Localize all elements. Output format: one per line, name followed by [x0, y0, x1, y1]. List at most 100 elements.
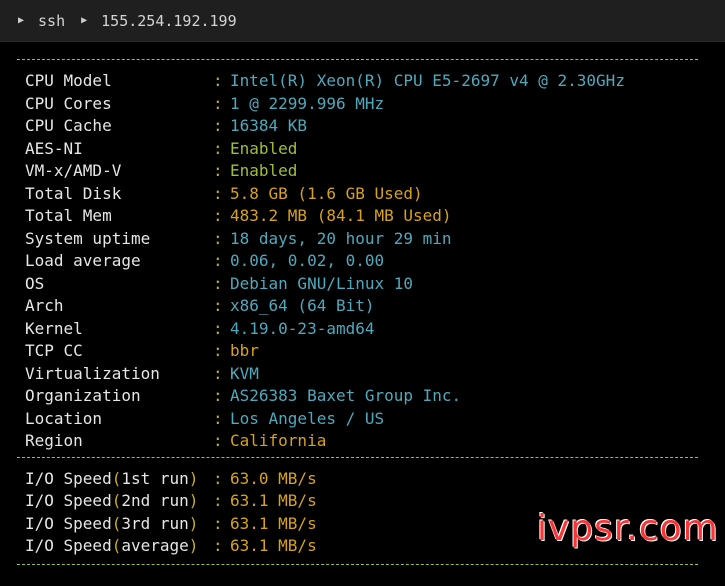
paren-close: ) — [188, 491, 199, 510]
sysinfo-label: Location — [25, 408, 103, 428]
separator-colon: : — [213, 318, 223, 338]
sysinfo-value: KVM — [230, 363, 259, 383]
divider-middle — [17, 456, 698, 458]
io-speed-run: 2nd run — [121, 491, 189, 510]
separator-colon: : — [213, 536, 223, 555]
sysinfo-row: Arch: x86_64 (64 Bit) — [0, 295, 725, 317]
sysinfo-label: TCP CC — [25, 341, 83, 360]
sysinfo-value: Enabled — [230, 161, 298, 180]
sysinfo-row: Region: California — [0, 430, 725, 452]
separator-colon: : — [213, 183, 223, 203]
separator-colon: : — [213, 363, 223, 383]
sysinfo-label: Region — [25, 431, 83, 450]
sysinfo-value: 0.06, 0.02, 0.00 — [230, 251, 385, 270]
sysinfo-row: CPU Cores:1 @ 2299.996 MHz — [0, 93, 725, 115]
separator-colon: : — [213, 513, 223, 533]
sysinfo-value: 483.2 MB (84.1 MB Used) — [230, 206, 452, 225]
io-speed-title: I/O Speed — [25, 468, 112, 488]
sysinfo-value: 18 days, 20 hour 29 min — [230, 228, 452, 248]
io-speed-title: I/O Speed — [25, 536, 112, 555]
breadcrumb-label: ssh — [38, 11, 66, 30]
paren-open: ( — [111, 536, 122, 555]
paren-open: ( — [111, 468, 122, 488]
separator-colon: : — [213, 161, 223, 180]
sysinfo-label: Arch — [25, 296, 64, 315]
divider-bottom — [17, 563, 698, 565]
sysinfo-value: 5.8 GB (1.6 GB Used) — [230, 183, 423, 203]
sysinfo-row: Kernel:4.19.0-23-amd64 — [0, 318, 725, 340]
sysinfo-row: TCP CC: bbr — [0, 340, 725, 362]
sysinfo-row: CPU Model: Intel(R) Xeon(R) CPU E5-2697 v… — [0, 70, 725, 92]
io-speed-label: I/O Speed(1st run) — [25, 468, 198, 490]
separator-colon: : — [213, 116, 223, 135]
sysinfo-value: 4.19.0-23-amd64 — [230, 318, 375, 338]
sysinfo-row: CPU Cache:16384 KB — [0, 115, 725, 137]
sysinfo-row: Total Mem:483.2 MB (84.1 MB Used) — [0, 205, 725, 227]
watermark-logo: ivpsr.com — [537, 508, 719, 549]
io-speed-value: 63.1 MB/s — [230, 513, 317, 533]
io-speed-run: 3rd run — [121, 513, 189, 533]
divider-top — [17, 59, 698, 60]
sysinfo-row: OS: Debian GNU/Linux 10 — [0, 273, 725, 295]
separator-colon: : — [213, 228, 223, 248]
breadcrumb-item-host[interactable]: ▶ 155.254.192.199 — [81, 12, 237, 30]
paren-close: ) — [188, 468, 199, 488]
sysinfo-value: x86_64 (64 Bit) — [230, 296, 375, 315]
breadcrumb-item-ssh[interactable]: ▶ ssh — [18, 12, 65, 30]
separator-colon: : — [213, 386, 223, 405]
io-speed-title: I/O Speed — [25, 513, 112, 533]
paren-close: ) — [188, 513, 199, 533]
sysinfo-label: Load average — [25, 251, 141, 270]
sysinfo-value: Debian GNU/Linux 10 — [230, 273, 414, 293]
sysinfo-label: OS — [25, 273, 45, 293]
sysinfo-value: 16384 KB — [230, 116, 308, 135]
sysinfo-label: Organization — [25, 386, 141, 405]
sysinfo-row: AES-NI: Enabled — [0, 138, 725, 160]
sysinfo-label: Virtualization — [25, 363, 160, 383]
terminal-tab-bar: ▶ ssh ▶ 155.254.192.199 — [0, 0, 725, 42]
chevron-right-icon: ▶ — [18, 15, 25, 26]
separator-colon: : — [213, 138, 223, 158]
separator-colon: : — [213, 341, 223, 360]
sysinfo-label: CPU Cores — [25, 93, 112, 113]
io-speed-value: 63.0 MB/s — [230, 468, 317, 488]
sysinfo-row: Location: Los Angeles / US — [0, 408, 725, 430]
separator-colon: : — [213, 251, 223, 270]
chevron-right-icon: ▶ — [81, 15, 88, 26]
breadcrumb-label: 155.254.192.199 — [101, 11, 237, 30]
io-speed-label: I/O Speed(average) — [25, 535, 198, 557]
sysinfo-row: Organization: AS26383 Baxet Group Inc. — [0, 385, 725, 407]
sysinfo-value: 1 @ 2299.996 MHz — [230, 93, 385, 113]
sysinfo-label: Kernel — [25, 318, 83, 338]
separator-colon: : — [213, 491, 223, 510]
sysinfo-value: Enabled — [230, 138, 298, 158]
sysinfo-value: bbr — [230, 341, 259, 360]
sysinfo-label: Total Disk — [25, 183, 122, 203]
separator-colon: : — [213, 93, 223, 113]
sysinfo-value: AS26383 Baxet Group Inc. — [230, 386, 462, 405]
separator-colon: : — [213, 206, 223, 225]
io-speed-run: average — [121, 536, 189, 555]
paren-open: ( — [111, 491, 122, 510]
separator-colon: : — [213, 468, 223, 488]
io-speed-run: 1st run — [121, 468, 189, 488]
io-speed-value: 63.1 MB/s — [230, 491, 317, 510]
sysinfo-row: Virtualization: KVM — [0, 363, 725, 385]
io-speed-title: I/O Speed — [25, 491, 112, 510]
io-speed-value: 63.1 MB/s — [230, 536, 317, 555]
sysinfo-row: Load average:0.06, 0.02, 0.00 — [0, 250, 725, 272]
sysinfo-label: AES-NI — [25, 138, 83, 158]
sysinfo-row: VM-x/AMD-V: Enabled — [0, 160, 725, 182]
sysinfo-label: VM-x/AMD-V — [25, 161, 122, 180]
paren-close: ) — [188, 536, 199, 555]
sysinfo-row: Total Disk:5.8 GB (1.6 GB Used) — [0, 183, 725, 205]
terminal-output[interactable]: CPU Model: Intel(R) Xeon(R) CPU E5-2697 v… — [0, 42, 725, 586]
io-speed-label: I/O Speed(2nd run) — [25, 490, 198, 512]
sysinfo-label: Total Mem — [25, 206, 112, 225]
sysinfo-value: Los Angeles / US — [230, 408, 385, 428]
separator-colon: : — [213, 296, 223, 315]
io-speed-row: I/O Speed(1st run):63.0 MB/s — [0, 468, 725, 490]
paren-open: ( — [111, 513, 122, 533]
sysinfo-label: System uptime — [25, 228, 151, 248]
separator-colon: : — [213, 408, 223, 428]
